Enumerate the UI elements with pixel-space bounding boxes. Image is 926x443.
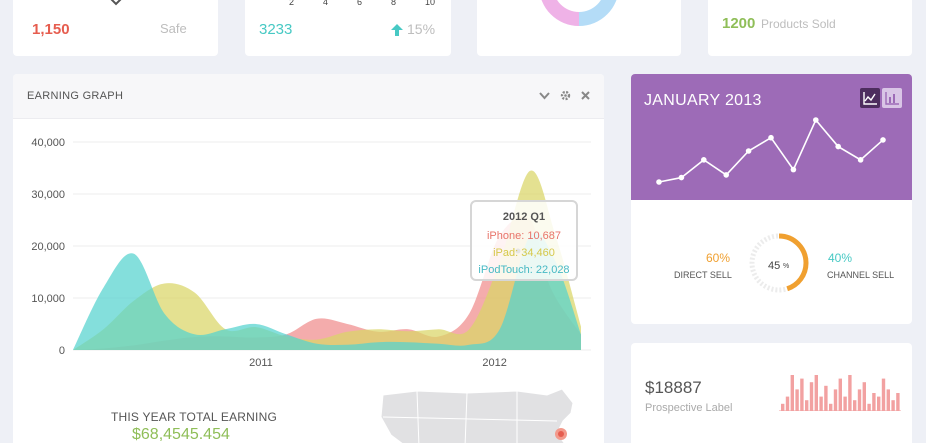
panel-header: EARNING GRAPH — [13, 74, 604, 119]
prospective-bar — [886, 389, 890, 411]
prospective-panel: $18887 Prospective Label — [631, 343, 912, 443]
prospective-bar — [838, 378, 842, 411]
prospective-bar — [814, 375, 818, 411]
monthly-point[interactable] — [678, 174, 685, 181]
stat-value: 1200 — [722, 15, 756, 32]
monthly-point[interactable] — [656, 179, 662, 185]
prospective-bar — [805, 400, 809, 411]
monthly-point[interactable] — [701, 157, 707, 163]
monthly-line-chart — [656, 117, 886, 185]
monthly-line — [658, 118, 884, 183]
tooltip-ipad: iPad: 34,460 — [493, 247, 555, 259]
prospective-bar — [877, 396, 881, 411]
prospective-bar — [790, 375, 794, 411]
axis-tick-label: 8 — [391, 0, 397, 7]
gauge-unit: % — [783, 263, 790, 270]
monthly-point[interactable] — [745, 148, 752, 154]
chevron-down-icon[interactable] — [539, 92, 550, 100]
x-tick-label: 2011 — [249, 357, 273, 369]
monthly-point[interactable] — [768, 134, 774, 141]
prospective-bar — [795, 389, 799, 411]
prospective-bar — [819, 396, 823, 411]
prospective-bar — [809, 382, 814, 411]
total-earning-value: $68,4545.454 — [132, 426, 230, 443]
mini-chart — [110, 0, 122, 6]
stat-label: Products Sold — [761, 17, 836, 31]
donut-card — [477, 0, 681, 56]
y-tick-label: 0 — [59, 345, 65, 357]
prospective-bar — [857, 389, 862, 411]
stat-value: 3233 — [259, 21, 293, 38]
prospective-bar — [785, 396, 790, 411]
y-tick-label: 40,000 — [31, 137, 65, 149]
donut-slice[interactable] — [579, 0, 619, 26]
axis-tick-label: 6 — [357, 0, 363, 7]
stat-card-products: 1200 Products Sold — [708, 0, 912, 56]
x-tick-label: 2012 — [482, 357, 506, 369]
monthly-point[interactable] — [835, 143, 841, 150]
monthly-point[interactable] — [723, 172, 729, 178]
prospective-bar — [833, 389, 838, 411]
prospective-bar — [848, 375, 852, 411]
donut-slice[interactable] — [539, 0, 579, 26]
direct-sell-pct: 60% — [706, 251, 731, 265]
prospective-bar — [881, 378, 886, 411]
prospective-bar — [829, 403, 833, 411]
y-tick-label: 30,000 — [31, 189, 65, 201]
tooltip-ipod: iPodTouch: 22,028 — [478, 264, 570, 276]
axis-tick-label: 4 — [323, 0, 329, 7]
tooltip-iphone: iPhone: 10,687 — [486, 230, 561, 242]
close-icon[interactable] — [581, 91, 590, 100]
gauge-value: 45 — [768, 260, 781, 272]
prospective-bar — [781, 403, 785, 411]
prospective-bar — [867, 403, 871, 411]
y-tick-label: 20,000 — [31, 241, 65, 253]
prospective-label: Prospective Label — [645, 402, 733, 414]
stat-change: 15% — [407, 21, 436, 37]
monthly-point[interactable] — [880, 137, 886, 143]
y-tick-label: 10,000 — [31, 293, 65, 305]
donut-chart — [539, 0, 619, 26]
axis-tick-label: 2 — [289, 0, 295, 7]
stat-card-growth: 2 4 6 8 10 3233 15% — [245, 0, 451, 56]
gear-icon[interactable] — [560, 90, 571, 101]
prospective-bar — [800, 378, 804, 411]
earning-graph-panel: EARNING GRAPH 40,000 30,000 20,000 10,000 0 2… — [13, 74, 604, 443]
prospective-bar — [843, 396, 847, 411]
monthly-point[interactable] — [813, 117, 819, 123]
channel-sell-label: CHANNEL SELL — [827, 270, 895, 280]
monthly-point[interactable] — [790, 166, 797, 173]
prospective-value: $18887 — [645, 378, 702, 397]
stat-value: 1,150 — [32, 21, 70, 38]
channel-sell-pct: 40% — [828, 251, 853, 265]
chart-tooltip: 2012 Q1 iPhone: 10,687 iPad: 34,460 iPod… — [470, 200, 578, 281]
mini-chart-axis: 2 4 6 8 10 — [245, 0, 451, 10]
direct-sell-label: DIRECT SELL — [674, 270, 732, 280]
tooltip-title: 2012 Q1 — [502, 211, 546, 223]
prospective-bar-chart — [779, 375, 901, 411]
prospective-bar — [853, 400, 857, 411]
axis-tick-label: 10 — [425, 0, 436, 7]
prospective-bar — [872, 393, 876, 411]
prospective-bar — [896, 393, 900, 411]
total-earning-label: THIS YEAR TOTAL EARNING — [111, 410, 277, 424]
monthly-sales-panel: JANUARY 2013 60% DIRECT SELL 45 % 40% CH… — [631, 74, 912, 324]
panel-title: EARNING GRAPH — [27, 90, 124, 102]
monthly-point[interactable] — [857, 157, 864, 163]
arrow-up-icon — [391, 24, 403, 36]
prospective-bar — [891, 400, 895, 411]
monthly-header: JANUARY 2013 — [631, 74, 912, 200]
prospective-bar — [862, 382, 866, 411]
prospective-bar — [824, 385, 828, 411]
stat-label: Safe — [160, 21, 187, 36]
stat-card-safe: 1,150 Safe — [13, 0, 218, 56]
us-map — [380, 388, 574, 443]
